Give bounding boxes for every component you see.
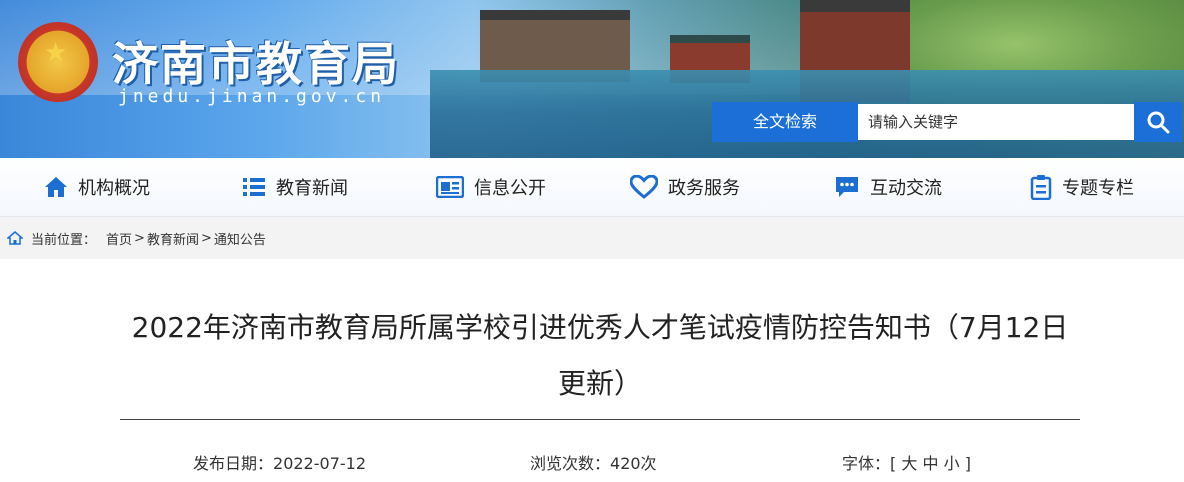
publish-date: 发布日期：2022-07-12 bbox=[193, 450, 366, 474]
nav-label: 互动交流 bbox=[870, 178, 942, 199]
breadcrumb-home[interactable]: 首页 bbox=[106, 229, 132, 248]
breadcrumb-separator: > bbox=[134, 230, 145, 246]
nav-item-services[interactable]: 政务服务 bbox=[630, 158, 740, 216]
publish-date-label: 发布日期： bbox=[193, 454, 274, 473]
site-domain: jnedu.jinan.gov.cn bbox=[118, 86, 386, 107]
main-nav: 机构概况 教育新闻 信息公开 政务服务 互动交流 专题专栏 bbox=[0, 158, 1184, 217]
nav-item-organization[interactable]: 机构概况 bbox=[44, 158, 150, 216]
breadcrumb-news[interactable]: 教育新闻 bbox=[147, 229, 199, 248]
view-count-label: 浏览次数： bbox=[530, 454, 611, 473]
newspaper-icon bbox=[436, 176, 464, 198]
view-count: 浏览次数：420次 bbox=[530, 450, 657, 474]
search-bar: 全文检索 bbox=[712, 102, 1182, 142]
nav-label: 教育新闻 bbox=[276, 178, 348, 199]
site-title[interactable]: 济南市教育局 bbox=[112, 28, 400, 94]
list-icon bbox=[243, 178, 265, 196]
font-medium-button[interactable]: 中 bbox=[922, 454, 938, 473]
breadcrumb: 当前位置： 首页 > 教育新闻 > 通知公告 bbox=[0, 217, 1184, 259]
chat-icon bbox=[836, 177, 858, 197]
nav-item-interaction[interactable]: 互动交流 bbox=[834, 158, 942, 216]
search-label: 全文检索 bbox=[712, 102, 858, 142]
clipboard-icon bbox=[1030, 175, 1052, 200]
font-large-button[interactable]: 大 bbox=[901, 454, 917, 473]
search-input[interactable] bbox=[858, 104, 1134, 140]
nav-item-disclosure[interactable]: 信息公开 bbox=[436, 158, 546, 216]
national-emblem-icon: ★ bbox=[18, 22, 98, 102]
nav-label: 政务服务 bbox=[668, 178, 740, 199]
nav-item-topics[interactable]: 专题专栏 bbox=[1030, 158, 1134, 216]
publish-date-value: 2022-07-12 bbox=[273, 454, 366, 473]
home-icon bbox=[45, 177, 67, 197]
home-icon bbox=[7, 231, 23, 245]
breadcrumb-separator: > bbox=[200, 230, 212, 246]
heart-icon bbox=[630, 175, 658, 199]
title-divider bbox=[120, 419, 1080, 420]
nav-label: 信息公开 bbox=[474, 178, 546, 199]
font-bracket-close: ] bbox=[964, 454, 971, 473]
search-icon bbox=[1147, 111, 1170, 134]
font-bracket-open: [ bbox=[890, 454, 897, 473]
search-button[interactable] bbox=[1134, 102, 1182, 142]
breadcrumb-notices[interactable]: 通知公告 bbox=[214, 229, 266, 248]
breadcrumb-prefix: 当前位置： bbox=[31, 232, 97, 248]
nav-item-news[interactable]: 教育新闻 bbox=[242, 158, 348, 216]
site-banner: ★ 济南市教育局 jnedu.jinan.gov.cn 全文检索 bbox=[0, 0, 1184, 158]
nav-label: 专题专栏 bbox=[1062, 178, 1134, 199]
font-small-button[interactable]: 小 bbox=[944, 454, 960, 473]
article-title: 2022年济南市教育局所属学校引进优秀人才笔试疫情防控告知书（7月12日更新） bbox=[131, 311, 1069, 400]
font-size-switcher: 字体：[ 大 中 小 ] bbox=[842, 450, 971, 474]
view-count-value: 420次 bbox=[610, 454, 657, 473]
font-size-label: 字体： bbox=[842, 454, 891, 473]
nav-label: 机构概况 bbox=[78, 178, 150, 199]
